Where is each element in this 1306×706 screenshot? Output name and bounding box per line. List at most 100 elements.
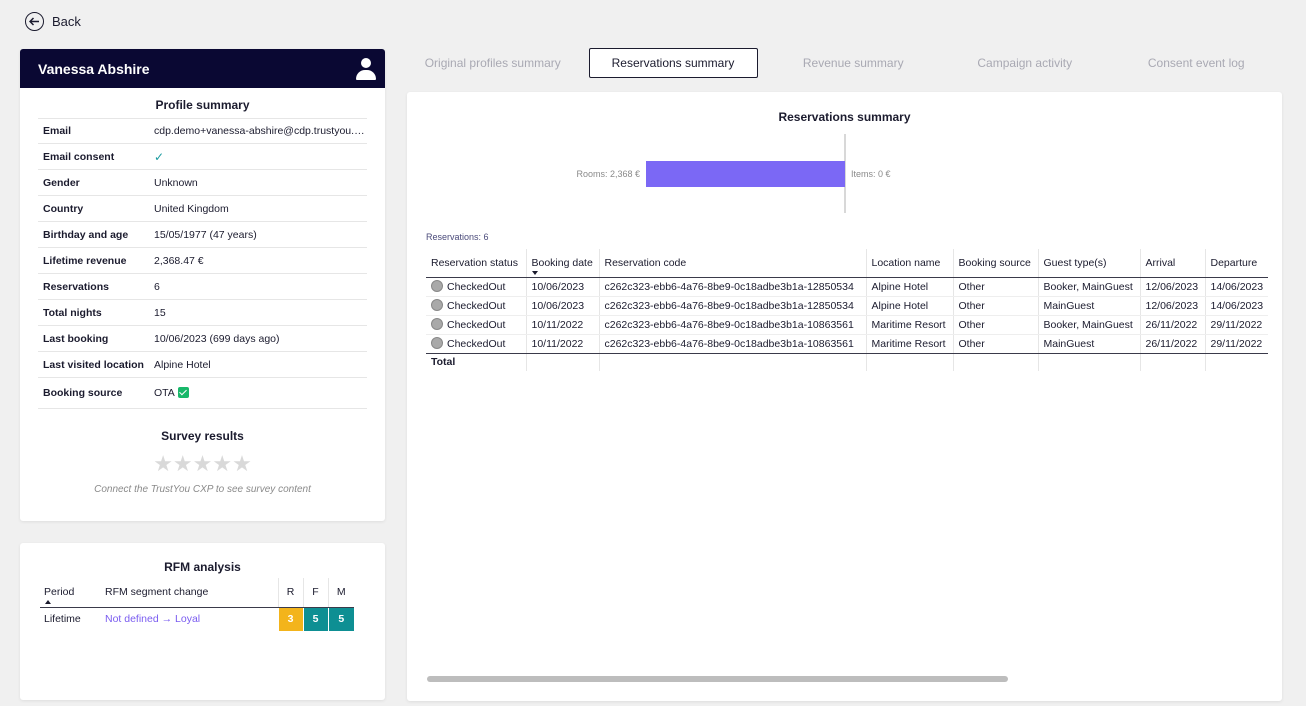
cell-location: Maritime Resort: [865, 315, 953, 335]
check-icon: ✓: [154, 149, 165, 164]
profile-summary-title: Profile summary: [155, 98, 250, 112]
back-arrow-icon: [25, 11, 44, 31]
col-header-arrival[interactable]: Arrival: [1139, 249, 1205, 278]
cell-guest-types: Booker, MainGuest: [1037, 315, 1140, 335]
profile-header: Vanessa Abshire: [20, 49, 385, 88]
status-dot-icon: [431, 299, 443, 311]
field-value: 6: [154, 280, 160, 293]
sort-ascending-icon: [45, 599, 51, 604]
col-header-booking-date[interactable]: Booking date: [525, 249, 599, 278]
cell-arrival: 12/06/2023: [1139, 296, 1205, 316]
total-row: Total: [426, 353, 1269, 371]
cell-guest-types: MainGuest: [1037, 334, 1140, 354]
col-header-departure[interactable]: Departure: [1204, 249, 1269, 278]
field-value: 2,368.47 €: [154, 254, 204, 267]
cell-departure: 29/11/2022: [1204, 315, 1269, 335]
cell-departure: 29/11/2022: [1204, 334, 1269, 354]
field-value[interactable]: cdp.demo+vanessa-abshire@cdp.trustyou.co…: [154, 125, 367, 137]
reservations-chart: Rooms: 2,368 € Items: 0 €: [576, 134, 891, 213]
field-row-last-location: Last visited location Alpine Hotel: [38, 352, 367, 378]
tab-bar: Original profiles summary Reservations s…: [407, 48, 1282, 78]
field-row-last-booking: Last booking 10/06/2023 (699 days ago): [38, 326, 367, 352]
field-label: Email: [43, 125, 72, 137]
rfm-header-m[interactable]: M: [327, 578, 354, 608]
rfm-header-period[interactable]: Period: [40, 578, 101, 608]
rfm-header-r[interactable]: R: [277, 578, 303, 608]
status-dot-icon: [431, 318, 443, 330]
cell-arrival: 12/06/2023: [1139, 277, 1205, 297]
field-row-total-nights: Total nights 15: [38, 300, 367, 326]
field-label: Booking source: [43, 387, 123, 399]
horizontal-scrollbar[interactable]: [427, 676, 1008, 682]
table-row[interactable]: CheckedOut 10/06/2023 c262c323-ebb6-4a76…: [426, 296, 1269, 316]
field-label: Gender: [43, 176, 80, 189]
tab-revenue-summary[interactable]: Revenue summary: [768, 48, 940, 78]
rfm-header-f[interactable]: F: [302, 578, 328, 608]
table-row[interactable]: CheckedOut 10/11/2022 c262c323-ebb6-4a76…: [426, 315, 1269, 335]
field-row-lifetime-revenue: Lifetime revenue 2,368.47 €: [38, 248, 367, 274]
tab-consent-event-log[interactable]: Consent event log: [1111, 48, 1283, 78]
cell-guest-types: MainGuest: [1037, 296, 1140, 316]
rfm-period: Lifetime: [44, 613, 81, 626]
cell-status: CheckedOut: [426, 315, 526, 335]
cell-reservation-code: c262c323-ebb6-4a76-8be9-0c18adbe3b1a-108…: [598, 315, 866, 335]
status-dot-icon: [431, 337, 443, 349]
rfm-header-segment[interactable]: RFM segment change: [101, 578, 278, 608]
col-header-booking-source[interactable]: Booking source: [952, 249, 1038, 278]
field-label: Lifetime revenue: [43, 254, 127, 267]
col-header-reservation-code[interactable]: Reservation code: [598, 249, 866, 278]
field-label: Birthday and age: [43, 228, 129, 241]
cell-guest-types: Booker, MainGuest: [1037, 277, 1140, 297]
chart-label-items: Items: 0 €: [851, 169, 891, 179]
rfm-f-badge: 5: [302, 607, 328, 631]
rfm-card: RFM analysis Period RFM segment change R…: [20, 543, 385, 700]
chart-bar-rooms: [646, 161, 845, 187]
reservations-table: Reservation status Booking date Reservat…: [426, 249, 1269, 371]
table-row: Lifetime Not defined → Loyal 3 5 5: [40, 607, 354, 631]
field-value: 10/06/2023 (699 days ago): [154, 332, 280, 345]
total-label: Total: [431, 356, 456, 369]
profile-card: Vanessa Abshire Profile summary Email cdp…: [20, 49, 385, 521]
col-header-location-name[interactable]: Location name: [865, 249, 953, 278]
sort-descending-icon: [531, 270, 538, 275]
field-row-country: Country United Kingdom: [38, 196, 367, 222]
col-header-guest-types[interactable]: Guest type(s): [1037, 249, 1140, 278]
cell-location: Alpine Hotel: [865, 296, 953, 316]
col-header-reservation-status[interactable]: Reservation status: [426, 249, 526, 278]
status-dot-icon: [431, 280, 443, 292]
cell-arrival: 26/11/2022: [1139, 315, 1205, 335]
back-label: Back: [52, 13, 81, 29]
tab-campaign-activity[interactable]: Campaign activity: [939, 48, 1111, 78]
field-label: Country: [43, 202, 84, 215]
field-value: United Kingdom: [154, 202, 229, 215]
field-label: Reservations: [43, 280, 109, 293]
field-value: 15/05/1977 (47 years): [154, 228, 257, 241]
cell-reservation-code: c262c323-ebb6-4a76-8be9-0c18adbe3b1a-128…: [598, 296, 866, 316]
survey-note: Connect the TrustYou CXP to see survey c…: [94, 484, 311, 495]
field-row-booking-source: Booking source OTA: [38, 378, 367, 409]
profile-fields: Email cdp.demo+vanessa-abshire@cdp.trusty…: [38, 118, 367, 409]
cell-status: CheckedOut: [426, 296, 526, 316]
cell-booking-source: Other: [952, 334, 1038, 354]
cell-booking-source: Other: [952, 296, 1038, 316]
rfm-m-badge: 5: [327, 607, 354, 631]
table-row[interactable]: CheckedOut 10/06/2023 c262c323-ebb6-4a76…: [426, 277, 1269, 297]
tab-reservations-summary[interactable]: Reservations summary: [588, 48, 758, 78]
checkbox-checked-icon: [177, 387, 189, 398]
cell-booking-source: Other: [952, 277, 1038, 297]
cell-booking-source: Other: [952, 315, 1038, 335]
rfm-segment-change: Not defined → Loyal: [105, 613, 201, 626]
rfm-title: RFM analysis: [164, 560, 241, 574]
cell-location: Alpine Hotel: [865, 277, 953, 297]
field-label: Total nights: [43, 306, 102, 319]
field-value: 15: [154, 306, 166, 319]
field-row-birthday: Birthday and age 15/05/1977 (47 years): [38, 222, 367, 248]
cell-departure: 14/06/2023: [1204, 277, 1269, 297]
field-row-reservations: Reservations 6: [38, 274, 367, 300]
tab-original-profiles-summary[interactable]: Original profiles summary: [407, 48, 579, 78]
back-button[interactable]: Back: [25, 11, 81, 31]
field-label: Last booking: [43, 332, 109, 345]
cell-reservation-code: c262c323-ebb6-4a76-8be9-0c18adbe3b1a-128…: [598, 277, 866, 297]
survey-title: Survey results: [161, 429, 244, 443]
table-row[interactable]: CheckedOut 10/11/2022 c262c323-ebb6-4a76…: [426, 334, 1269, 354]
